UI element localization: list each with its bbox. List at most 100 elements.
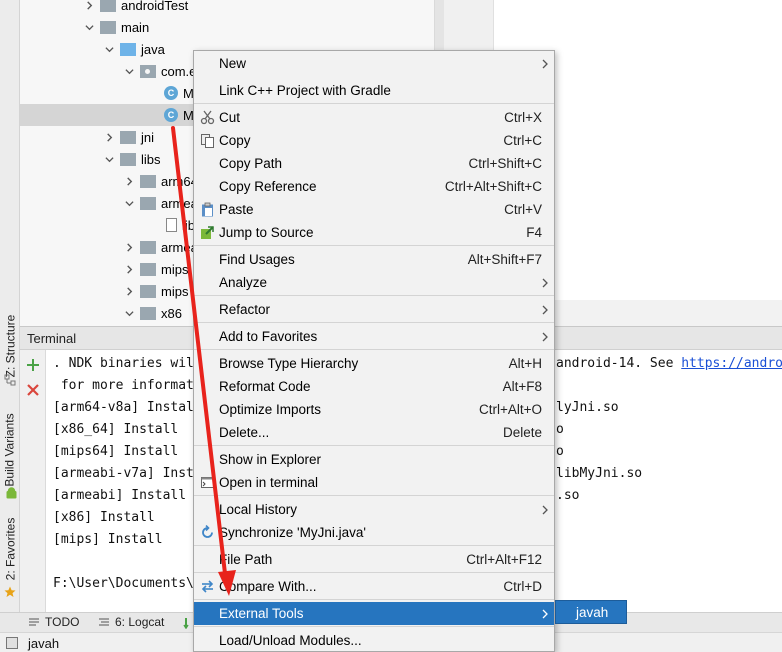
tree-row[interactable]: main [20, 16, 434, 38]
menu-item-label: Delete... [219, 425, 270, 440]
terminal-line-text: o [556, 422, 564, 437]
menu-item-label: Open in terminal [219, 475, 319, 490]
menu-item-new[interactable]: New [194, 52, 554, 75]
folder-icon [100, 20, 116, 34]
menu-item-analyze[interactable]: Analyze [194, 271, 554, 294]
build-variants-tab[interactable]: Build Variants [0, 400, 20, 500]
logcat-tab[interactable]: 6: Logcat [98, 615, 164, 629]
menu-item-label: Find Usages [219, 252, 295, 267]
chevron-down-icon[interactable] [124, 198, 134, 208]
menu-item-load-unload-modules[interactable]: Load/Unload Modules... [194, 629, 554, 652]
chevron-right-icon[interactable] [124, 176, 134, 186]
status-text: javah [28, 636, 60, 651]
chevron-down-icon[interactable] [104, 154, 114, 164]
chevron-down-icon[interactable] [84, 22, 94, 32]
menu-item-label: Compare With... [219, 579, 317, 594]
folder-icon [100, 0, 116, 12]
menu-item-open-in-terminal[interactable]: Open in terminal [194, 471, 554, 494]
submenu-item-javah[interactable]: javah [576, 605, 608, 620]
menu-item-label: Optimize Imports [219, 402, 322, 417]
tree-label: jni [141, 129, 155, 145]
chevron-right-icon[interactable] [124, 264, 134, 274]
tree-label: java [141, 41, 165, 57]
add-icon[interactable] [26, 358, 40, 372]
menu-item-shortcut: Alt+H [508, 356, 542, 371]
menu-item-external-tools[interactable]: External Tools [194, 602, 554, 625]
menu-item-compare-with[interactable]: Compare With... Ctrl+D [194, 575, 554, 598]
menu-separator [194, 495, 554, 496]
menu-item-refactor[interactable]: Refactor [194, 298, 554, 321]
chevron-down-icon[interactable] [124, 308, 134, 318]
close-icon[interactable] [26, 383, 40, 397]
menu-item-shortcut: Ctrl+X [504, 110, 542, 125]
todo-tab[interactable]: TODO [28, 615, 79, 629]
chevron-right-icon [541, 505, 549, 515]
menu-item-synchronize[interactable]: Synchronize 'MyJni.java' [194, 521, 554, 544]
folder-icon [140, 240, 156, 254]
menu-item-link-cpp[interactable]: Link C++ Project with Gradle [194, 79, 554, 102]
window-icon[interactable] [6, 637, 18, 649]
chevron-down-icon[interactable] [124, 66, 134, 76]
menu-item-shortcut: Ctrl+Alt+F12 [466, 552, 542, 567]
folder-icon [140, 284, 156, 298]
tree-label: x86 [161, 305, 182, 321]
menu-item-label: New [219, 56, 247, 71]
tree-label: androidTest [121, 0, 189, 13]
menu-item-shortcut: Ctrl+Shift+C [468, 156, 542, 171]
menu-item-shortcut: Ctrl+D [503, 579, 542, 594]
chevron-right-icon[interactable] [124, 242, 134, 252]
menu-item-copy-path[interactable]: Copy Path Ctrl+Shift+C [194, 152, 554, 175]
menu-item-copy-reference[interactable]: Copy Reference Ctrl+Alt+Shift+C [194, 175, 554, 198]
menu-item-cut[interactable]: Cut Ctrl+X [194, 106, 554, 129]
menu-separator [194, 295, 554, 296]
favorites-tab[interactable]: 2: Favorites [0, 514, 20, 584]
tree-row[interactable]: androidTest [20, 0, 434, 16]
sync-icon [200, 525, 215, 540]
menu-item-jump-to-source[interactable]: Jump to Source F4 [194, 221, 554, 244]
menu-separator [194, 245, 554, 246]
terminal-prompt: F:\User\Documents\ [53, 576, 194, 591]
menu-item-find-usages[interactable]: Find Usages Alt+Shift+F7 [194, 248, 554, 271]
logcat-icon [98, 616, 110, 628]
compare-icon [200, 579, 215, 594]
menu-item-label: Paste [219, 202, 254, 217]
terminal-link[interactable]: https://andro [681, 356, 782, 371]
logcat-tab-label: 6: Logcat [115, 615, 165, 629]
menu-item-label: File Path [219, 552, 273, 567]
menu-item-copy[interactable]: Copy Ctrl+C [194, 129, 554, 152]
tree-label: mips [161, 261, 189, 277]
terminal-line-tail: lyJni.so [556, 400, 619, 415]
context-menu: New Link C++ Project with Gradle Cut Ctr… [193, 50, 555, 652]
menu-item-label: Link C++ Project with Gradle [219, 83, 391, 98]
external-tools-submenu: javah [555, 600, 627, 624]
terminal-line: [mips] Install [53, 532, 163, 547]
terminal-line-text: [mips64] Install [53, 444, 179, 459]
menu-item-label: Copy Path [219, 156, 283, 171]
menu-item-delete[interactable]: Delete... Delete [194, 421, 554, 444]
menu-item-add-to-favorites[interactable]: Add to Favorites [194, 325, 554, 348]
menu-item-show-in-explorer[interactable]: Show in Explorer [194, 448, 554, 471]
menu-item-file-path[interactable]: File Path Ctrl+Alt+F12 [194, 548, 554, 571]
menu-separator [194, 626, 554, 627]
chevron-right-icon[interactable] [84, 0, 94, 10]
chevron-down-icon[interactable] [104, 44, 114, 54]
menu-item-label: Add to Favorites [219, 329, 318, 344]
menu-item-label: Cut [219, 110, 241, 125]
menu-item-label: Show in Explorer [219, 452, 322, 467]
terminal-line-text: lyJni.so [556, 400, 619, 415]
terminal-line-tail: libMyJni.so [556, 466, 642, 481]
menu-item-paste[interactable]: Paste Ctrl+V [194, 198, 554, 221]
menu-item-browse-type-hierarchy[interactable]: Browse Type Hierarchy Alt+H [194, 352, 554, 375]
terminal-title: Terminal [27, 331, 77, 346]
menu-item-local-history[interactable]: Local History [194, 498, 554, 521]
menu-item-optimize-imports[interactable]: Optimize Imports Ctrl+Alt+O [194, 398, 554, 421]
chevron-right-icon[interactable] [104, 132, 114, 142]
terminal-line: [armeabi-v7a] Inst [53, 466, 194, 481]
terminal-line-text: [armeabi-v7a] Inst [53, 466, 194, 481]
menu-item-shortcut: Alt+Shift+F7 [467, 252, 542, 267]
menu-item-reformat-code[interactable]: Reformat Code Alt+F8 [194, 375, 554, 398]
terminal-line: [x86_64] Install [53, 422, 178, 437]
build-variants-tab-label: Build Variants [3, 413, 17, 487]
chevron-right-icon[interactable] [124, 286, 134, 296]
folder-icon [120, 42, 136, 56]
